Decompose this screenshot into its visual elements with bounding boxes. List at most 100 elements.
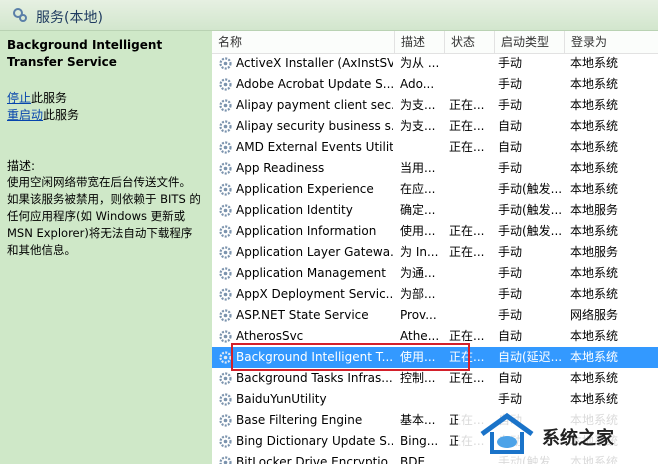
service-description: 为支... [400,119,436,133]
service-login-as: 本地系统 [570,161,619,175]
column-header-description[interactable]: 描述 [394,31,444,53]
service-startup-type: 手动 [498,161,523,175]
service-description: 基本... [400,413,436,427]
service-startup-type: 手动 [498,245,523,259]
service-gear-icon [219,246,232,259]
services-list: 名称 描述 状态 启动类型 登录为 ActiveX Installer (AxI… [212,31,658,464]
service-row[interactable]: Application Layer Gatewa... 为 In... 正在... 手… [212,242,658,263]
service-gear-icon [219,99,232,112]
service-status: 正在... [449,350,485,364]
service-startup-type: 自动 [498,371,523,385]
service-gear-icon [219,288,232,301]
service-login-as: 本地系统 [570,119,619,133]
service-status: 正在... [449,224,485,238]
service-name: Application Experience [236,182,374,196]
service-startup-type: 手动 [498,308,523,322]
service-description: Bing... [400,434,439,448]
restart-service-link[interactable]: 重启动 [7,108,43,122]
service-row[interactable]: Application Identity 确定... 手动(触发... 本地服务 [212,200,658,221]
service-description: 为 In... [400,245,439,259]
service-description: BDE... [400,455,437,464]
description-line: 使用空闲网络带宽在后台传送文件。 [7,175,191,189]
service-row[interactable]: App Readiness 当用... 手动 本地系统 [212,158,658,179]
watermark-text: 系统之家 [542,428,614,449]
service-row[interactable]: AtherosSvc Athe... 正在... 自动 本地系统 [212,326,658,347]
service-startup-type: 手动 [498,287,523,301]
service-startup-type: 手动(触发... [498,224,563,238]
service-gear-icon [219,141,232,154]
column-header-status[interactable]: 状态 [444,31,494,53]
service-gear-icon [219,204,232,217]
service-description: 为支... [400,98,436,112]
service-row[interactable]: ActiveX Installer (AxInstSV) 为从 ... 手动 本地系统 [212,53,658,74]
service-description: Athe... [400,329,440,343]
panel-header: 服务(本地) [0,0,658,31]
service-gear-icon [219,267,232,280]
service-row[interactable]: Application Experience 在应... 手动(触发... 本地系统 [212,179,658,200]
column-header-startup-type[interactable]: 启动类型 [494,31,564,53]
service-name: Adobe Acrobat Update S... [236,77,393,91]
service-row[interactable]: Alipay payment client sec... 为支... 正在... 手动… [212,95,658,116]
service-login-as: 本地系统 [570,266,619,280]
service-status: 正在... [449,371,485,385]
service-description: 为部... [400,287,436,301]
service-startup-type: 手动 [498,98,523,112]
service-name: Application Management [236,266,386,280]
service-login-as: 网络服务 [570,308,619,322]
service-name: Application Information [236,224,377,238]
service-row[interactable]: Application Management 为通... 手动 本地系统 [212,263,658,284]
service-startup-type: 手动(触发... [498,182,563,196]
service-status: 正在... [449,119,485,133]
service-startup-type: 自动 [498,119,523,133]
service-name: Alipay payment client sec... [236,98,393,112]
service-gear-icon [219,393,232,406]
service-login-as: 本地系统 [570,224,619,238]
service-startup-type: 自动(延迟... [498,350,563,364]
service-row[interactable]: ASP.NET State Service Prov... 手动 网络服务 [212,305,658,326]
service-row-selected[interactable]: Background Intelligent T... 使用... 正在... 自动(… [212,347,658,368]
services-gear-icon [13,8,27,22]
service-gear-icon [219,456,232,464]
stop-service-link[interactable]: 停止 [7,91,31,105]
service-row[interactable]: Application Information 使用... 正在... 手动(触发..… [212,221,658,242]
service-startup-type: 手动 [498,266,523,280]
service-row[interactable]: Background Tasks Infras... 控制... 正在... 自动 本地… [212,368,658,389]
service-gear-icon [219,183,232,196]
service-login-as: 本地服务 [570,203,619,217]
service-gear-icon [219,414,232,427]
description-line: 如果该服务被禁用，则依赖于 BITS 的 [7,192,201,206]
service-row[interactable]: Alipay security business s... 为支... 正在... 自… [212,116,658,137]
service-gear-icon [219,351,232,364]
service-description: 在应... [400,182,436,196]
service-login-as: 本地系统 [570,98,619,112]
service-status: 正在... [449,140,485,154]
watermark: 系统之家 [458,404,658,464]
service-name: AtherosSvc [236,329,304,343]
stop-action-suffix: 此服务 [31,91,68,105]
service-login-as: 本地系统 [570,77,619,91]
service-description: Ado... [400,77,435,91]
service-name: AMD External Events Utility [236,140,393,154]
service-login-as: 本地系统 [570,182,619,196]
service-row[interactable]: AppX Deployment Servic... 为部... 手动 本地系统 [212,284,658,305]
restart-action-suffix: 此服务 [43,108,80,122]
service-gear-icon [219,120,232,133]
column-header-name[interactable]: 名称 [212,31,394,53]
service-login-as: 本地系统 [570,350,619,364]
service-gear-icon [219,162,232,175]
service-name: Background Tasks Infras... [236,371,393,385]
service-login-as: 本地系统 [570,56,619,70]
service-row[interactable]: AMD External Events Utility 正在... 自动 本地系统 [212,137,658,158]
service-login-as: 本地服务 [570,245,619,259]
service-login-as: 本地系统 [570,287,619,301]
service-startup-type: 手动 [498,56,523,70]
service-gear-icon [219,57,232,70]
service-startup-type: 自动 [498,329,523,343]
service-row[interactable]: Adobe Acrobat Update S... Ado... 手动 本地系统 [212,74,658,95]
service-name: App Readiness [236,161,325,175]
service-name: BitLocker Drive Encryptio... [236,455,393,464]
service-name: Bing Dictionary Update S... [236,434,393,448]
column-header-login-as[interactable]: 登录为 [564,31,658,53]
service-description: Prov... [400,308,437,322]
description-line: 和其他信息。 [7,243,76,257]
